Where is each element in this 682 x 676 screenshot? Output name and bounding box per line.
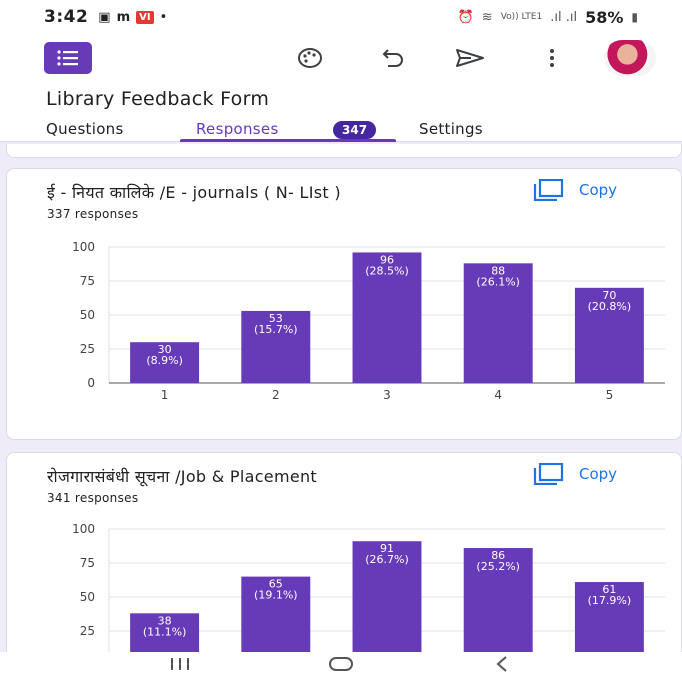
x-tick-label: 2 (272, 388, 280, 402)
x-tick-label: 1 (161, 388, 169, 402)
battery-icon: ▮ (631, 10, 638, 24)
y-tick-label: 0 (87, 376, 95, 390)
bar-data-label: (8.9%) (146, 354, 183, 367)
x-tick-label: 5 (606, 388, 614, 402)
signal-icon: .ıl .ıl (550, 9, 578, 25)
bar-data-label: (26.1%) (476, 275, 520, 288)
y-tick-label: 75 (80, 274, 95, 288)
y-tick-label: 25 (80, 624, 95, 638)
forms-logo-icon[interactable] (44, 42, 92, 74)
system-navigation-bar (0, 652, 682, 676)
bar-data-label: (19.1%) (254, 589, 298, 602)
question-card: रोजगारासंबंधी सूचना /Job & Placement 341… (6, 452, 682, 672)
responses-count-badge: 347 (333, 121, 377, 139)
notification-icons: ▣ m VI • (98, 10, 167, 25)
tab-settings[interactable]: Settings (419, 120, 483, 138)
bar-data-label: (28.5%) (365, 264, 409, 277)
bar-data-label: (11.1%) (143, 625, 187, 638)
form-title: Library Feedback Form (46, 88, 270, 110)
bar-data-label: (26.7%) (365, 553, 409, 566)
more-vert-icon[interactable] (536, 42, 568, 74)
tab-questions[interactable]: Questions (46, 120, 124, 138)
x-tick-label: 3 (383, 388, 391, 402)
bar-chart: 025507510030(8.9%)153(15.7%)296(28.5%)38… (72, 240, 665, 402)
avatar[interactable] (604, 40, 656, 76)
y-tick-label: 75 (80, 556, 95, 570)
battery-level: 58% (585, 7, 624, 27)
bar-chart: 25507510038(11.1%)65(19.1%)91(26.7%) 86(2… (72, 522, 665, 666)
y-tick-label: 100 (72, 240, 95, 254)
status-bar: 3:42 ▣ m VI • ⏰ ≋ Vo)) LTE1 .ıl .ıl 58% … (0, 0, 682, 34)
palette-icon[interactable] (294, 42, 326, 74)
y-tick-label: 50 (80, 590, 95, 604)
undo-icon[interactable] (376, 42, 408, 74)
alarm-icon: ⏰ (457, 9, 474, 25)
recent-apps-button[interactable] (160, 654, 200, 674)
bar-data-label: (15.7%) (254, 323, 298, 336)
x-tick-label: 4 (494, 388, 502, 402)
bar-data-label: (17.9%) (588, 594, 632, 607)
system-icons: ⏰ ≋ Vo)) LTE1 .ıl .ıl 58% ▮ (458, 8, 638, 27)
vi-app-icon: VI (136, 10, 154, 24)
previous-question-card (6, 144, 682, 158)
active-tab-indicator (180, 139, 396, 142)
send-icon[interactable] (454, 42, 486, 74)
bar-data-label: (25.2%) (476, 560, 520, 573)
tab-responses[interactable]: Responses (196, 120, 279, 138)
tab-bar: Questions Responses 347 Settings (0, 118, 682, 142)
question-card: ई - नियत कालिके /E - journals ( N- LIst … (6, 168, 682, 440)
network-label: Vo)) LTE1 (500, 12, 543, 22)
y-tick-label: 50 (80, 308, 95, 322)
back-button[interactable] (482, 654, 522, 674)
gmail-icon: m (116, 9, 131, 25)
form-header: Library Feedback Form Questions Response… (0, 80, 682, 142)
gallery-icon: ▣ (98, 9, 111, 25)
clock: 3:42 (44, 7, 89, 27)
bar-data-label: (20.8%) (588, 300, 632, 313)
home-button[interactable] (321, 654, 361, 674)
y-tick-label: 100 (72, 522, 95, 536)
y-tick-label: 25 (80, 342, 95, 356)
app-bar (0, 34, 682, 80)
wifi-icon: ≋ (481, 9, 493, 25)
more-notifications-dot: • (159, 9, 168, 25)
